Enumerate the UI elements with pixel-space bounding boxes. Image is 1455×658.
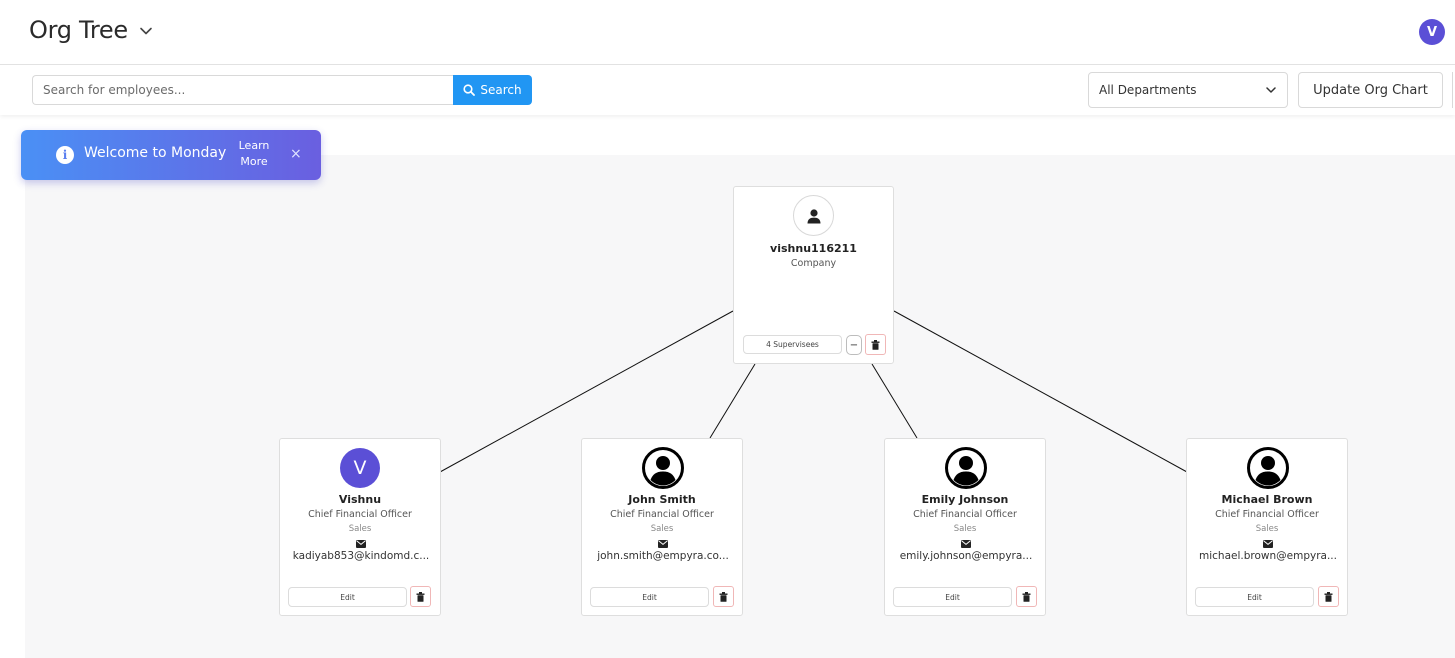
employee-name: Vishnu	[338, 493, 382, 506]
employee-email[interactable]: kadiyab853@kindomd.c...	[288, 550, 434, 562]
employee-department: Sales	[348, 524, 372, 534]
employee-title: Chief Financial Officer	[1215, 509, 1319, 520]
learn-more-link[interactable]: Learn More	[233, 138, 275, 170]
chevron-down-icon	[1266, 87, 1276, 93]
avatar	[793, 195, 834, 236]
employee-department: Sales	[1255, 524, 1279, 534]
employee-title: Chief Financial Officer	[610, 509, 714, 520]
root-node-card[interactable]: vishnu116211 Company 4 Supervisees −	[733, 186, 894, 364]
trash-icon	[1324, 591, 1333, 602]
page-title[interactable]: Org Tree	[29, 16, 128, 44]
edit-button[interactable]: Edit	[893, 587, 1012, 607]
employee-name: Emily Johnson	[921, 493, 1009, 506]
delete-button[interactable]	[1016, 586, 1037, 607]
delete-button[interactable]	[865, 334, 886, 355]
search-button-label: Search	[480, 83, 522, 97]
avatar	[1247, 447, 1289, 489]
user-circle-icon	[945, 447, 987, 489]
employee-department: Sales	[650, 524, 674, 534]
user-icon	[807, 208, 820, 223]
toolbar: Search All Departments Update Org Chart	[0, 65, 1455, 115]
employee-name: Michael Brown	[1221, 493, 1313, 506]
employee-email[interactable]: john.smith@empyra.co...	[590, 550, 736, 562]
search-input[interactable]	[32, 75, 454, 105]
employee-title: Chief Financial Officer	[913, 509, 1017, 520]
info-icon: i	[56, 146, 74, 164]
edit-button[interactable]: Edit	[1195, 587, 1314, 607]
delete-button[interactable]	[1318, 586, 1339, 607]
department-select-value: All Departments	[1099, 83, 1197, 97]
chevron-down-icon[interactable]	[139, 24, 153, 38]
mail-icon	[1263, 540, 1273, 548]
user-circle-icon	[1247, 447, 1289, 489]
welcome-toast: i Welcome to Monday Learn More ×	[21, 130, 321, 180]
delete-button[interactable]	[410, 586, 431, 607]
trash-icon	[416, 591, 425, 602]
close-icon[interactable]: ×	[290, 146, 302, 162]
avatar-letter: V	[353, 457, 367, 479]
employee-card[interactable]: V Vishnu Chief Financial Officer Sales k…	[279, 438, 441, 616]
avatar: V	[340, 448, 380, 488]
employee-title: Chief Financial Officer	[308, 509, 412, 520]
mail-icon	[356, 540, 366, 548]
supervisees-button[interactable]: 4 Supervisees	[743, 335, 842, 354]
employee-email[interactable]: michael.brown@empyra...	[1195, 550, 1341, 562]
employee-card[interactable]: John Smith Chief Financial Officer Sales…	[581, 438, 743, 616]
root-name: vishnu116211	[770, 242, 857, 255]
employee-email[interactable]: emily.johnson@empyra...	[893, 550, 1039, 562]
trash-icon	[1022, 591, 1031, 602]
avatar	[642, 447, 684, 489]
search-button[interactable]: Search	[453, 75, 532, 105]
search-icon	[463, 84, 476, 96]
employee-card[interactable]: Emily Johnson Chief Financial Officer Sa…	[884, 438, 1046, 616]
update-org-chart-button[interactable]: Update Org Chart	[1298, 72, 1443, 108]
mail-icon	[961, 540, 971, 548]
trash-icon	[719, 591, 728, 602]
top-bar: Org Tree V	[0, 0, 1455, 65]
user-circle-icon	[642, 447, 684, 489]
employee-name: John Smith	[628, 493, 696, 506]
department-select[interactable]: All Departments	[1088, 72, 1288, 108]
user-avatar[interactable]: V	[1419, 19, 1445, 45]
mail-icon	[658, 540, 668, 548]
toast-message: Welcome to Monday	[84, 145, 227, 161]
edit-button[interactable]: Edit	[590, 587, 709, 607]
trash-icon	[871, 339, 880, 350]
delete-button[interactable]	[713, 586, 734, 607]
employee-department: Sales	[953, 524, 977, 534]
avatar	[945, 447, 987, 489]
employee-card[interactable]: Michael Brown Chief Financial Officer Sa…	[1186, 438, 1348, 616]
root-type: Company	[790, 258, 837, 269]
collapse-button[interactable]: −	[846, 335, 862, 355]
edit-button[interactable]: Edit	[288, 587, 407, 607]
